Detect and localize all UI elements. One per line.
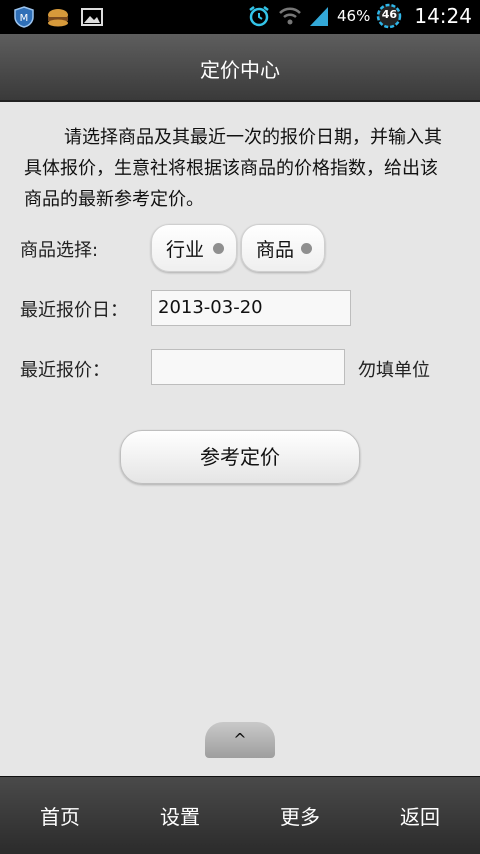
svg-text:M: M (20, 13, 29, 24)
nav-back[interactable]: 返回 (380, 801, 460, 830)
signal-icon (307, 4, 331, 28)
bottom-nav: 首页 设置 更多 返回 (0, 776, 480, 854)
clock: 14:24 (414, 4, 472, 28)
last-price-label: 最近报价： (20, 360, 110, 381)
dropdown-dot-icon (213, 243, 224, 254)
nav-more[interactable]: 更多 (260, 801, 340, 830)
nav-home[interactable]: 首页 (20, 801, 100, 830)
last-price-input[interactable] (151, 349, 345, 385)
unit-hint: 勿填单位 (358, 360, 430, 381)
product-select-value: 商品 (256, 238, 295, 261)
last-date-label: 最近报价日： (20, 300, 128, 321)
battery-badge-value: 46 (381, 8, 398, 21)
industry-select-button[interactable]: 行业 (151, 224, 237, 272)
battery-badge-icon: 46 (376, 3, 402, 29)
page-title: 定价中心 (200, 58, 280, 82)
dropdown-dot-icon (301, 243, 312, 254)
title-bar: 定价中心 (0, 34, 480, 102)
intro-text: 请选择商品及其最近一次的报价日期，并输入其具体报价，生意社将根据该商品的价格指数… (24, 127, 442, 210)
shield-app-icon: M (12, 5, 36, 29)
alarm-icon (247, 4, 271, 28)
reference-price-button[interactable]: 参考定价 (120, 430, 360, 484)
last-date-input[interactable]: 2013-03-20 (151, 290, 351, 326)
product-select-label: 商品选择: (20, 240, 99, 261)
battery-percent: 46% (337, 7, 371, 25)
nav-settings[interactable]: 设置 (140, 801, 220, 830)
wifi-icon (277, 4, 301, 28)
notification-icons: M (12, 5, 104, 29)
expand-up-button[interactable]: ^ (205, 722, 275, 758)
status-bar: M 46% 46 14:24 (0, 0, 480, 34)
burger-app-icon (46, 5, 70, 29)
industry-select-label: 行业 (166, 238, 205, 261)
product-select-button[interactable]: 商品 (241, 224, 325, 272)
gallery-icon (80, 5, 104, 29)
system-icons: 46% 46 14:24 (247, 3, 472, 29)
